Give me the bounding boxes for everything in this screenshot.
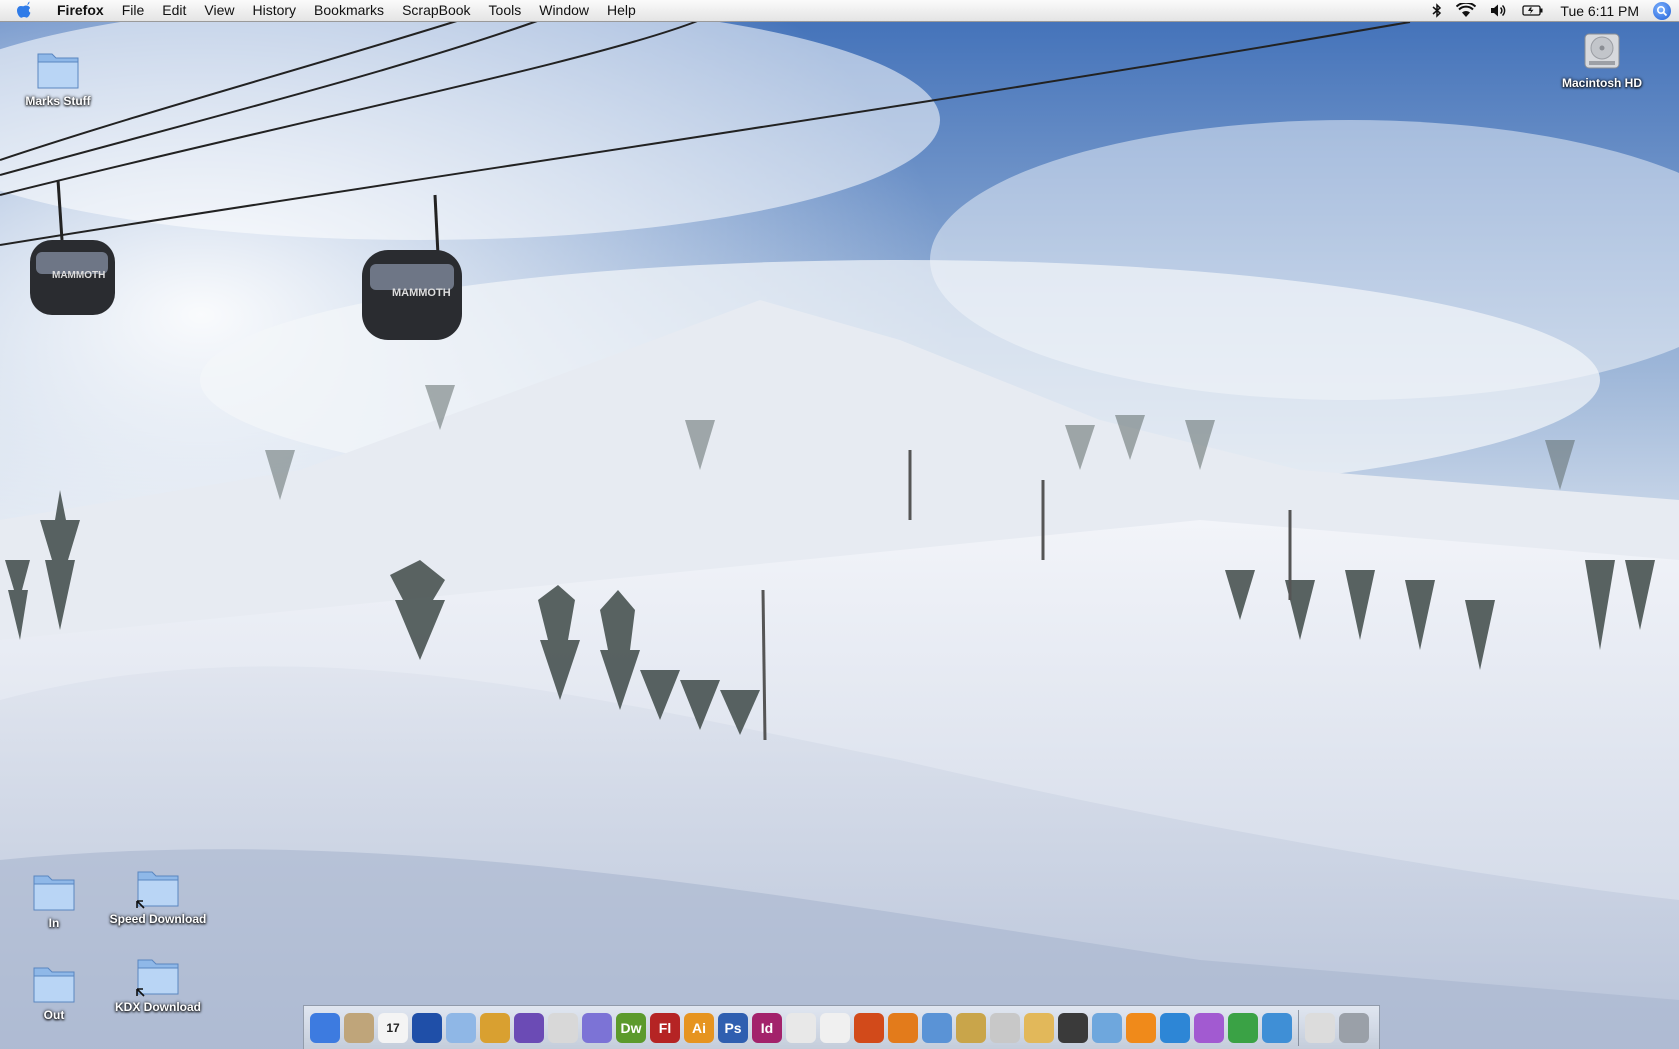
desktop-wallpaper: MAMMOTH MAMMOTH — [0, 0, 1679, 1049]
folder-icon — [33, 967, 75, 1003]
desktop-icon-speed-download[interactable]: Speed Download — [98, 864, 218, 926]
desktop-label: Out — [43, 1008, 65, 1022]
finder-icon[interactable] — [310, 1012, 340, 1043]
photoshop-icon-label: Ps — [724, 1019, 742, 1036]
folder-alias-icon — [136, 959, 179, 997]
acrobat-icon[interactable] — [786, 1012, 816, 1043]
gondola-logo-text: MAMMOTH — [52, 270, 105, 281]
menu-bookmarks[interactable]: Bookmarks — [305, 0, 393, 21]
desktop-label: Marks Stuff — [25, 94, 91, 108]
menu-bar: Firefox File Edit View History Bookmarks… — [0, 0, 1679, 22]
menu-file[interactable]: File — [113, 0, 154, 21]
downloads-stack-icon[interactable] — [1305, 1012, 1335, 1043]
folder-icon — [33, 875, 75, 911]
package-icon[interactable] — [1024, 1012, 1054, 1043]
film-clapper-icon[interactable] — [1058, 1012, 1088, 1043]
desktop-label: Macintosh HD — [1561, 76, 1642, 90]
vlc-cone-icon[interactable] — [1126, 1012, 1156, 1043]
desktop-label: Speed Download — [109, 912, 207, 926]
desktop-icon-macintosh-hd[interactable]: Macintosh HD — [1542, 28, 1662, 90]
spotlight-search-icon[interactable] — [1653, 1, 1671, 20]
menu-edit[interactable]: Edit — [153, 0, 195, 21]
apple-menu[interactable] — [16, 1, 36, 21]
mail-bird-icon[interactable] — [344, 1012, 374, 1043]
gold-swirl-icon[interactable] — [956, 1012, 986, 1043]
desktop-icon-kdx-download[interactable]: KDX Download — [98, 952, 218, 1014]
dock-separator — [1298, 1009, 1299, 1046]
volume-icon[interactable] — [1490, 3, 1508, 18]
image-stack-icon[interactable] — [582, 1012, 612, 1043]
battery-icon[interactable] — [1522, 4, 1544, 17]
desktop-icon-out[interactable]: Out — [0, 960, 114, 1022]
menu-scrapbook[interactable]: ScrapBook — [393, 0, 479, 21]
desktop-label: In — [48, 916, 60, 930]
desktop-icon-in[interactable]: In — [0, 868, 114, 930]
indesign-icon-label: Id — [760, 1019, 774, 1036]
dreamweaver-icon[interactable]: Dw — [616, 1012, 646, 1043]
wifi-icon[interactable] — [1456, 3, 1477, 18]
dreamweaver-icon-label: Dw — [620, 1019, 642, 1036]
desktop-icon-marks-stuff[interactable]: Marks Stuff — [0, 46, 118, 108]
menu-view[interactable]: View — [195, 0, 243, 21]
apple-logo-icon — [17, 1, 31, 18]
calendar-icon[interactable]: 17 — [378, 1012, 408, 1043]
menu-tools[interactable]: Tools — [480, 0, 531, 21]
waves-icon[interactable] — [1262, 1012, 1292, 1043]
acrobat-reader-icon[interactable] — [820, 1012, 850, 1043]
menu-window[interactable]: Window — [530, 0, 598, 21]
flash-icon[interactable]: Fl — [650, 1012, 680, 1043]
bluetooth-icon[interactable] — [1432, 3, 1442, 18]
wizard-figure-icon[interactable] — [514, 1012, 544, 1043]
desktop-label: KDX Download — [115, 1000, 201, 1014]
preview-icon[interactable] — [548, 1012, 578, 1043]
illustrator-icon-label: Ai — [692, 1019, 706, 1036]
trash-icon[interactable] — [1339, 1012, 1369, 1043]
app-purple-icon[interactable] — [1194, 1012, 1224, 1043]
indesign-icon[interactable]: Id — [752, 1012, 782, 1043]
menu-app-firefox[interactable]: Firefox — [48, 0, 113, 21]
flash-icon-label: Fl — [658, 1019, 672, 1036]
calendar-icon-label: 17 — [386, 1020, 400, 1035]
menu-clock[interactable]: Tue 6:11 PM — [1560, 3, 1639, 19]
x11-icon[interactable] — [480, 1012, 510, 1043]
photoshop-icon[interactable]: Ps — [718, 1012, 748, 1043]
firefox-icon[interactable] — [888, 1012, 918, 1043]
dock: 17 Dw Fl Ai Ps Id — [303, 1005, 1380, 1049]
menu-help[interactable]: Help — [598, 0, 645, 21]
google-earth-icon[interactable] — [412, 1012, 442, 1043]
itunes-icon[interactable] — [1092, 1012, 1122, 1043]
scanner-figure-icon[interactable] — [990, 1012, 1020, 1043]
menu-history[interactable]: History — [243, 0, 305, 21]
folder-alias-icon — [136, 871, 179, 909]
gondola-logo-text-2: MAMMOTH — [392, 287, 451, 299]
safari-compass-icon[interactable] — [922, 1012, 952, 1043]
quicktime-icon[interactable] — [1160, 1012, 1190, 1043]
illustrator-icon[interactable]: Ai — [684, 1012, 714, 1043]
flame-icon[interactable] — [854, 1012, 884, 1043]
folder-icon — [37, 53, 79, 89]
hard-drive-icon — [1584, 33, 1620, 69]
frog-icon[interactable] — [1228, 1012, 1258, 1043]
dashboard-grid-icon[interactable] — [446, 1012, 476, 1043]
